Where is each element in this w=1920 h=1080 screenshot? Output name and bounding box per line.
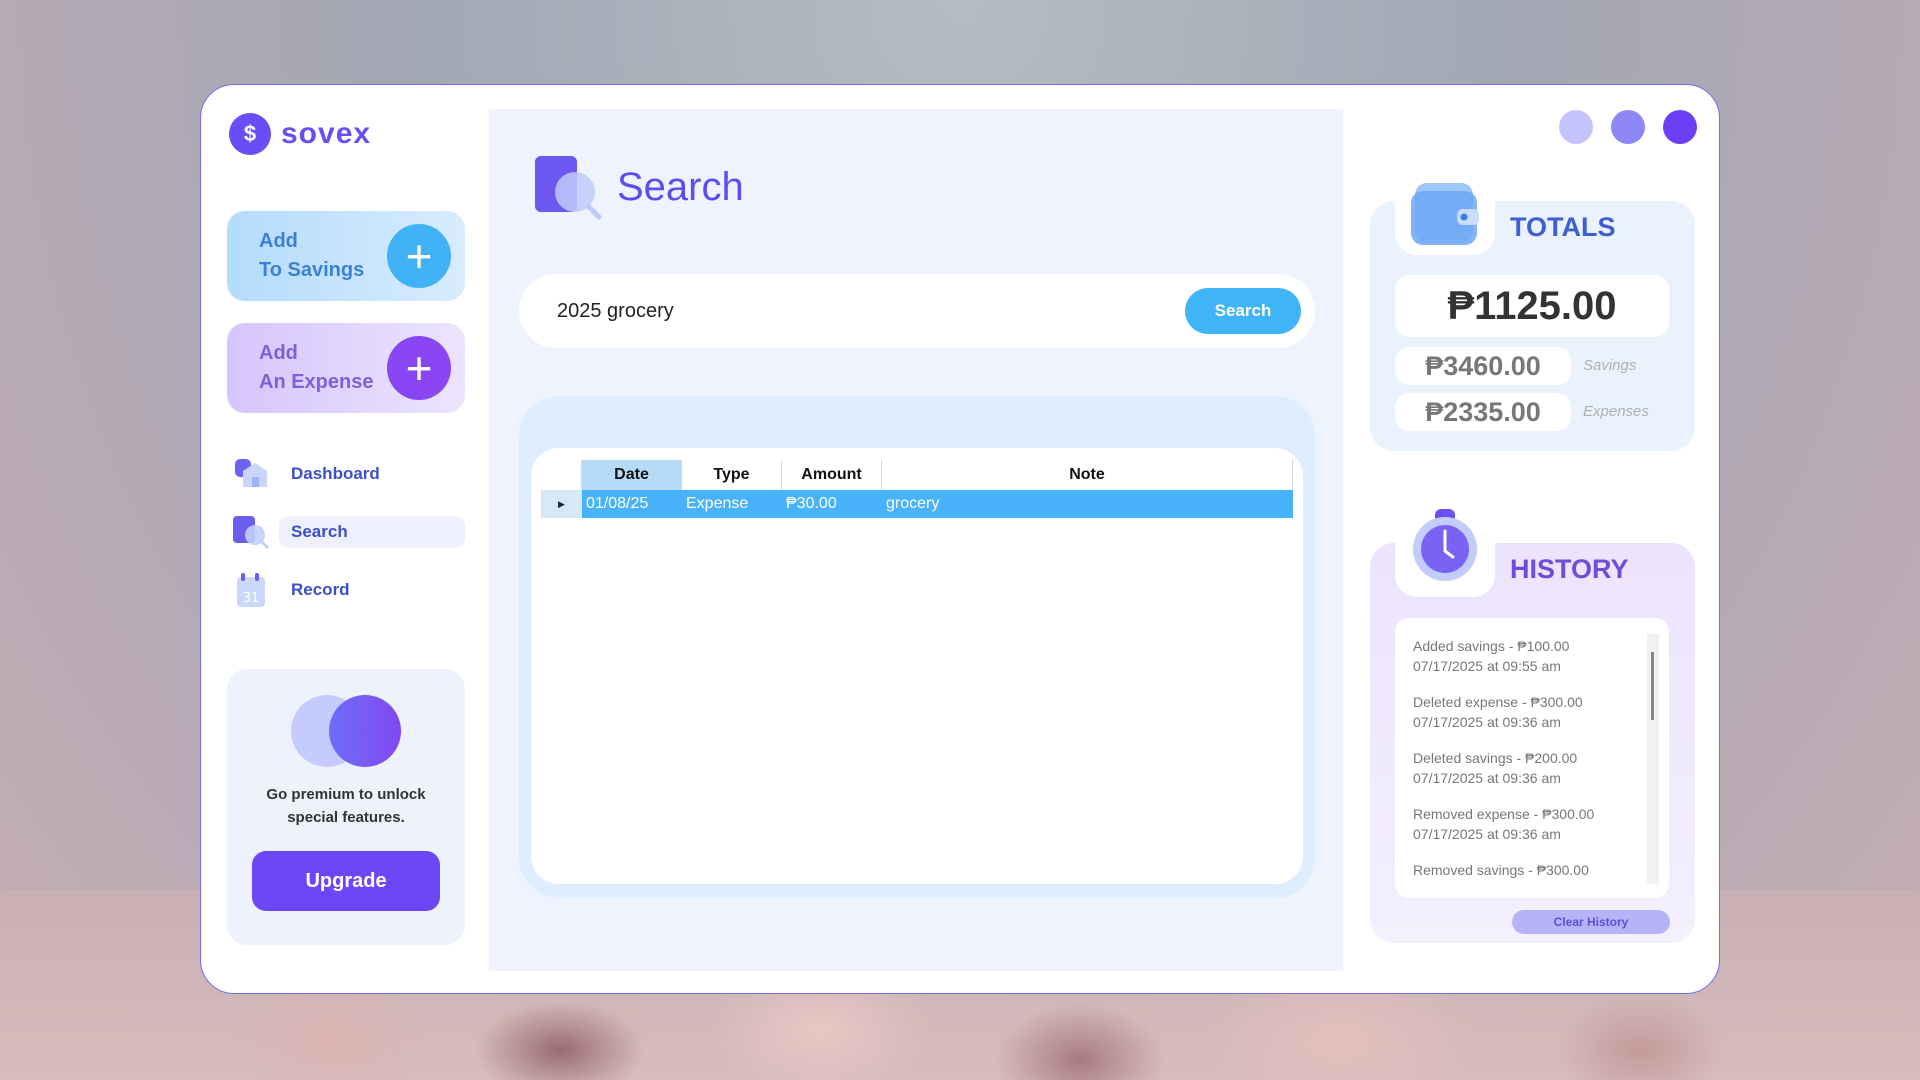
history-list[interactable]: Added savings - ₱100.00 07/17/2025 at 09…	[1395, 618, 1669, 898]
window-button-light[interactable]	[1559, 110, 1593, 144]
add-expense-button[interactable]: +	[387, 336, 451, 400]
history-entry: Removed savings - ₱300.00	[1413, 862, 1589, 878]
add-expense-label: Add An Expense	[259, 342, 374, 393]
home-icon	[231, 457, 271, 491]
search-input[interactable]: 2025 grocery	[557, 300, 674, 323]
add-savings-label: Add To Savings	[259, 230, 365, 281]
svg-text:31: 31	[243, 591, 260, 606]
window-button-dark[interactable]	[1663, 110, 1697, 144]
app-window: $ sovex Add To Savings + Add An Expense …	[200, 84, 1720, 994]
premium-text: Go premium to unlock special features.	[266, 786, 426, 826]
savings-label: Savings	[1583, 357, 1637, 374]
search-icon	[231, 515, 271, 549]
row-selector-arrow-icon: ▶	[541, 490, 582, 518]
history-entry: Deleted expense - ₱300.00 07/17/2025 at …	[1413, 694, 1583, 730]
column-header-note[interactable]: Note	[882, 460, 1293, 490]
results-table[interactable]: Date Type Amount Note ▶ 01/08/25 Expense…	[541, 460, 1293, 518]
page-header: Search	[533, 154, 744, 220]
clock-icon	[1413, 509, 1477, 581]
results-panel: Date Type Amount Note ▶ 01/08/25 Expense…	[519, 396, 1315, 898]
upgrade-button[interactable]: Upgrade	[252, 851, 440, 911]
main-content: Search 2025 grocery Search Date Type Amo…	[489, 109, 1343, 971]
page-title: Search	[617, 164, 744, 209]
history-entry: Deleted savings - ₱200.00 07/17/2025 at …	[1413, 750, 1578, 786]
total-balance: ₱1125.00	[1395, 275, 1669, 337]
totals-title: TOTALS	[1510, 212, 1616, 242]
calendar-icon: 31	[231, 573, 271, 607]
window-button-medium[interactable]	[1611, 110, 1645, 144]
history-entry: Added savings - ₱100.00 07/17/2025 at 09…	[1413, 638, 1570, 674]
wallet-icon-badge	[1395, 165, 1495, 255]
sidebar-item-record[interactable]: 31 Record	[231, 573, 465, 607]
app-name: sovex	[281, 117, 372, 150]
total-expenses: ₱2335.00	[1395, 393, 1571, 431]
cell-date: 01/08/25	[586, 495, 649, 512]
search-icon	[535, 156, 602, 220]
cell-type: Expense	[686, 495, 749, 512]
cell-note: grocery	[886, 495, 940, 512]
table-header: Date Type Amount Note	[541, 460, 1293, 490]
results-grid-container: Date Type Amount Note ▶ 01/08/25 Expense…	[531, 448, 1303, 884]
search-bar: 2025 grocery Search	[519, 274, 1315, 348]
total-savings: ₱3460.00	[1395, 347, 1571, 385]
expenses-label: Expenses	[1583, 403, 1649, 420]
cell-amount: ₱30.00	[786, 495, 837, 512]
table-row[interactable]: ▶ 01/08/25 Expense ₱30.00 grocery	[541, 490, 1293, 518]
column-header-type[interactable]: Type	[682, 460, 782, 490]
add-savings-button[interactable]: +	[387, 224, 451, 288]
history-entry: Removed expense - ₱300.00 07/17/2025 at …	[1413, 806, 1595, 842]
sidebar-item-search[interactable]: Search	[231, 515, 465, 549]
history-scrollbar[interactable]	[1647, 634, 1659, 884]
sidebar-item-dashboard[interactable]: Dashboard	[231, 457, 465, 491]
column-header-date[interactable]: Date	[582, 460, 682, 490]
search-button[interactable]: Search	[1185, 288, 1301, 334]
wallet-icon	[1411, 183, 1479, 245]
scrollbar-thumb[interactable]	[1651, 652, 1654, 720]
column-header-amount[interactable]: Amount	[782, 460, 882, 490]
window-controls	[1541, 110, 1697, 144]
premium-card: Go premium to unlock special features. U…	[227, 669, 465, 945]
app-logo: $ sovex	[229, 113, 371, 155]
premium-illustration	[291, 695, 401, 769]
history-panel: HISTORY Added savings - ₱100.00 07/17/20…	[1370, 507, 1695, 943]
row-header-cell	[541, 460, 582, 490]
plus-icon: +	[405, 230, 433, 282]
history-title: HISTORY	[1510, 554, 1629, 584]
add-savings-card[interactable]: Add To Savings +	[227, 211, 465, 301]
dollar-icon: $	[229, 113, 271, 155]
add-expense-card[interactable]: Add An Expense +	[227, 323, 465, 413]
clock-icon-badge	[1395, 507, 1495, 597]
plus-icon: +	[405, 342, 433, 394]
totals-panel: TOTALS ₱1125.00 ₱3460.00 Savings ₱2335.0…	[1370, 165, 1695, 451]
clear-history-button[interactable]: Clear History	[1512, 910, 1670, 934]
